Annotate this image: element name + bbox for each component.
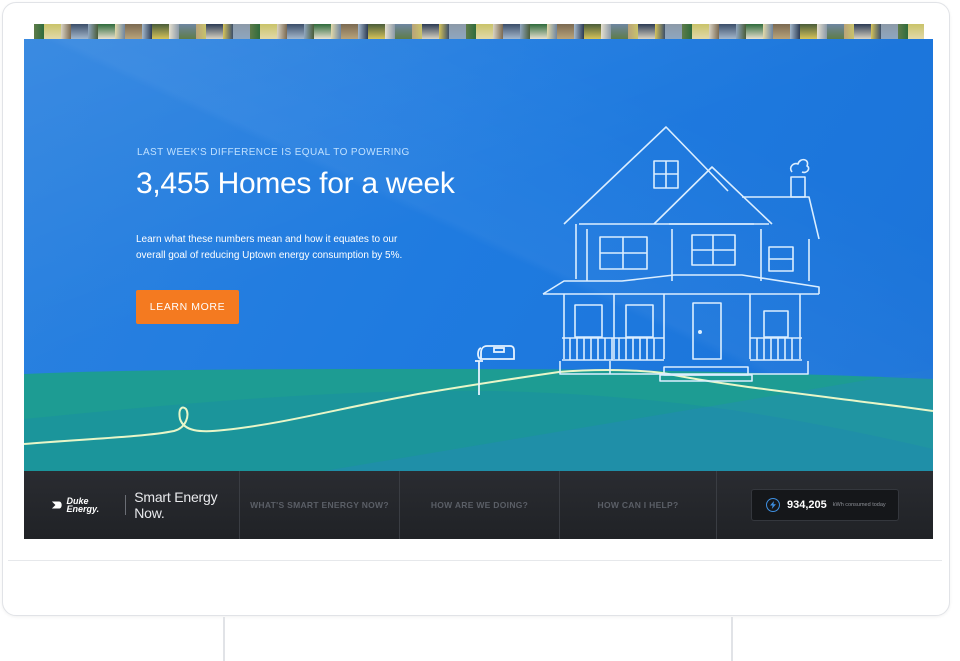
- photo-tile: [719, 24, 736, 39]
- nav-item-how-can-i-help[interactable]: HOW CAN I HELP?: [560, 471, 717, 539]
- counter-label: kWh consumed today: [832, 502, 886, 508]
- photo-tile: [682, 24, 692, 39]
- photo-tile: [547, 24, 557, 39]
- photo-tile: [520, 24, 530, 39]
- photo-tile: [493, 24, 503, 39]
- logo-text: Duke Energy.: [66, 496, 100, 514]
- photo-tile: [260, 24, 277, 39]
- photo-tile: [763, 24, 773, 39]
- photo-tile: [98, 24, 115, 39]
- kiosk-screen: LAST WEEK'S DIFFERENCE IS EQUAL TO POWER…: [24, 39, 933, 539]
- photo-tile: [331, 24, 341, 39]
- photo-tile: [557, 24, 574, 39]
- photo-tile: [115, 24, 125, 39]
- photo-tile: [692, 24, 709, 39]
- photo-tile: [736, 24, 746, 39]
- photo-tile: [881, 24, 898, 39]
- lightning-bolt-icon: [766, 498, 780, 512]
- photo-tile: [358, 24, 368, 39]
- photo-tile: [817, 24, 827, 39]
- brand-logo[interactable]: Duke Energy. Smart Energy Now.: [24, 471, 240, 539]
- energy-counter: 934,205 kWh consumed today: [751, 489, 899, 521]
- photo-tile: [638, 24, 655, 39]
- photo-tile: [709, 24, 719, 39]
- photo-tile: [125, 24, 142, 39]
- photo-tile: [385, 24, 395, 39]
- photo-tile: [449, 24, 466, 39]
- photo-tile: [746, 24, 763, 39]
- photo-tile: [152, 24, 169, 39]
- photo-tile: [179, 24, 196, 39]
- photo-strip: [34, 24, 924, 39]
- photo-tile: [665, 24, 682, 39]
- brand-name: Smart Energy Now.: [134, 489, 218, 521]
- nav-item-whats-smart-energy-now[interactable]: WHAT'S SMART ENERGY NOW?: [240, 471, 400, 539]
- hero-kicker: LAST WEEK'S DIFFERENCE IS EQUAL TO POWER…: [137, 147, 410, 158]
- photo-tile: [206, 24, 223, 39]
- photo-tile: [655, 24, 665, 39]
- photo-tile: [530, 24, 547, 39]
- photo-tile: [611, 24, 628, 39]
- photo-tile: [773, 24, 790, 39]
- photo-tile: [304, 24, 314, 39]
- photo-tile: [223, 24, 233, 39]
- photo-tile: [34, 24, 44, 39]
- photo-tile: [628, 24, 638, 39]
- photo-tile: [287, 24, 304, 39]
- photo-tile: [854, 24, 871, 39]
- photo-tile: [61, 24, 71, 39]
- photo-tile: [827, 24, 844, 39]
- photo-tile: [412, 24, 422, 39]
- house-illustration-icon: [542, 126, 820, 382]
- photo-tile: [169, 24, 179, 39]
- photo-tile: [368, 24, 385, 39]
- photo-tile: [341, 24, 358, 39]
- photo-tile: [898, 24, 908, 39]
- counter-value: 934,205: [787, 499, 827, 511]
- duke-energy-logo-icon: Duke Energy.: [51, 496, 117, 514]
- photo-tile: [466, 24, 476, 39]
- photo-tile: [233, 24, 250, 39]
- photo-tile: [422, 24, 439, 39]
- photo-tile: [44, 24, 61, 39]
- photo-tile: [601, 24, 611, 39]
- photo-tile: [790, 24, 800, 39]
- kiosk-divider: [8, 560, 942, 561]
- photo-tile: [314, 24, 331, 39]
- kiosk-stand-left: [223, 617, 225, 661]
- photo-tile: [574, 24, 584, 39]
- photo-tile: [871, 24, 881, 39]
- photo-tile: [503, 24, 520, 39]
- photo-tile: [196, 24, 206, 39]
- kiosk-stand-right: [731, 617, 733, 661]
- hero-description: Learn what these numbers mean and how it…: [136, 234, 403, 261]
- hero-headline: 3,455 Homes for a week: [136, 167, 455, 200]
- photo-tile: [439, 24, 449, 39]
- nav-item-how-are-we-doing[interactable]: HOW ARE WE DOING?: [400, 471, 560, 539]
- energy-counter-area: 934,205 kWh consumed today: [717, 489, 933, 521]
- photo-tile: [476, 24, 493, 39]
- photo-tile: [277, 24, 287, 39]
- photo-tile: [800, 24, 817, 39]
- photo-tile: [584, 24, 601, 39]
- photo-tile: [250, 24, 260, 39]
- learn-more-button[interactable]: LEARN MORE: [136, 290, 239, 324]
- photo-tile: [88, 24, 98, 39]
- photo-tile: [395, 24, 412, 39]
- photo-tile: [908, 24, 924, 39]
- photo-tile: [844, 24, 854, 39]
- photo-tile: [71, 24, 88, 39]
- photo-tile: [142, 24, 152, 39]
- bottom-nav-bar: Duke Energy. Smart Energy Now. WHAT'S SM…: [24, 471, 933, 539]
- brand-divider: [125, 495, 127, 515]
